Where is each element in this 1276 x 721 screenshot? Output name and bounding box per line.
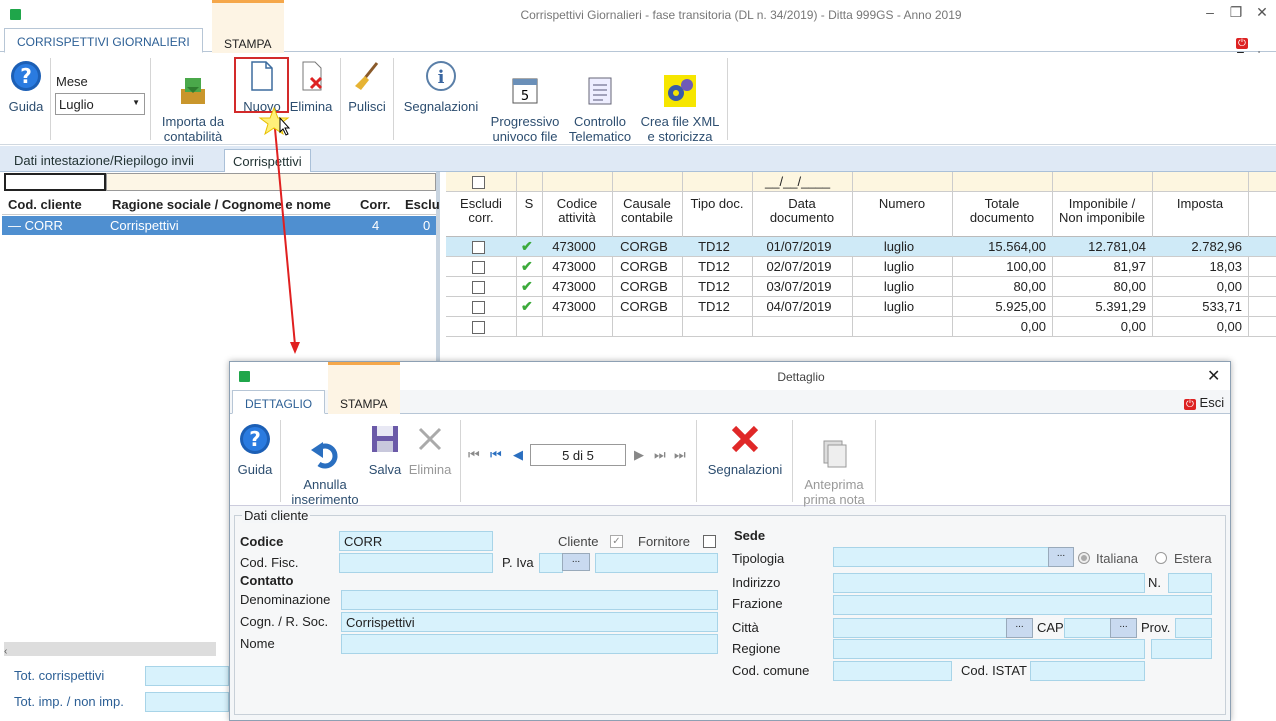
italiana-radio[interactable] [1078, 552, 1090, 564]
regione-field[interactable] [833, 639, 1145, 659]
nome-field[interactable] [341, 634, 718, 654]
frazione-field[interactable] [833, 595, 1212, 615]
salva-button[interactable]: Salva [366, 423, 404, 477]
regione-label: Regione [732, 641, 781, 656]
indirizzo-label: Indirizzo [732, 575, 781, 590]
cap-label: CAP [1037, 620, 1064, 635]
prov-label: Prov. [1141, 620, 1171, 635]
preview-icon [823, 440, 847, 468]
codfisc-field[interactable] [339, 553, 493, 573]
tipologia-field[interactable] [833, 547, 1049, 567]
tipologia-lookup-button[interactable]: ... [1048, 547, 1074, 567]
cliente-checkbox[interactable]: ✓ [610, 535, 623, 548]
codice-field[interactable]: CORR [339, 531, 493, 551]
indirizzo-field[interactable] [833, 573, 1145, 593]
dialog-tab-stampa[interactable]: STAMPA [328, 362, 400, 414]
exit-icon: ⏻ [1184, 399, 1196, 410]
denominazione-label: Denominazione [240, 592, 331, 607]
sede-label: Sede [734, 528, 766, 543]
cod-comune-field[interactable] [833, 661, 952, 681]
cod-istat-field[interactable] [1030, 661, 1145, 681]
dialog-segnalazioni-button[interactable]: Segnalazioni [702, 423, 788, 477]
istat-label: Cod. ISTAT [961, 663, 1027, 678]
last-record-icon[interactable]: ⏭ [674, 447, 686, 463]
piva-lookup-button[interactable]: ... [562, 553, 590, 571]
group-title: Dati cliente [242, 508, 311, 523]
citta-field[interactable] [833, 618, 1007, 638]
save-icon [372, 426, 398, 452]
dialog-tab-dettaglio[interactable]: DETTAGLIO [232, 390, 326, 414]
first-record-icon[interactable]: ⏮ [468, 447, 480, 463]
dialog-close-icon[interactable]: ✕ [1207, 366, 1220, 386]
contatto-label: Contatto [240, 573, 294, 588]
undo-icon [311, 442, 338, 469]
prov-field[interactable] [1175, 618, 1212, 638]
cliente-label: Cliente [558, 534, 599, 549]
regione-code-field[interactable] [1151, 639, 1212, 659]
tipologia-label: Tipologia [732, 551, 785, 566]
comune-label: Cod. comune [732, 663, 810, 678]
next-record-icon[interactable]: ▶ [634, 447, 644, 463]
svg-text:?: ? [249, 427, 261, 451]
annulla-button[interactable]: Annulla inserimento [286, 423, 364, 507]
estera-label: Estera [1174, 551, 1212, 566]
nome-label: Nome [240, 636, 275, 651]
citta-label: Città [732, 620, 759, 635]
citta-lookup-button[interactable]: ... [1006, 618, 1033, 638]
codice-label: Codice [240, 534, 284, 549]
fornitore-label: Fornitore [638, 534, 691, 549]
next-page-icon[interactable]: ⏭ [654, 447, 666, 463]
anteprima-button[interactable]: Anteprima prima nota [798, 423, 870, 507]
prev-page-icon[interactable]: ⏮ [490, 447, 502, 463]
piva-field[interactable] [595, 553, 718, 573]
italiana-label: Italiana [1096, 551, 1138, 566]
dialog-guida-button[interactable]: ? Guida [234, 423, 276, 477]
numero-civico-field[interactable] [1168, 573, 1212, 593]
prev-record-icon[interactable]: ◀ [513, 447, 523, 463]
codfisc-label: Cod. Fisc. [240, 555, 299, 570]
cognome-field[interactable]: Corrispettivi [341, 612, 718, 632]
piva-label: P. Iva [502, 555, 534, 570]
dialog-elimina-button[interactable]: Elimina [406, 423, 454, 477]
dialog-exit-button[interactable]: ⏻ Esci [1184, 395, 1224, 410]
delete-icon [418, 427, 442, 451]
piva-country-field[interactable] [539, 553, 563, 573]
cap-field[interactable] [1064, 618, 1111, 638]
record-navigator[interactable]: 5 di 5 [530, 444, 626, 466]
frazione-label: Frazione [732, 596, 783, 611]
error-x-icon [731, 425, 759, 453]
help-icon: ? [240, 424, 270, 454]
cap-lookup-button[interactable]: ... [1110, 618, 1137, 638]
denominazione-field[interactable] [341, 590, 718, 610]
fornitore-checkbox[interactable] [703, 535, 716, 548]
cognome-label: Cogn. / R. Soc. [240, 614, 329, 629]
numero-label: N. [1148, 575, 1161, 590]
estera-radio[interactable] [1155, 552, 1167, 564]
